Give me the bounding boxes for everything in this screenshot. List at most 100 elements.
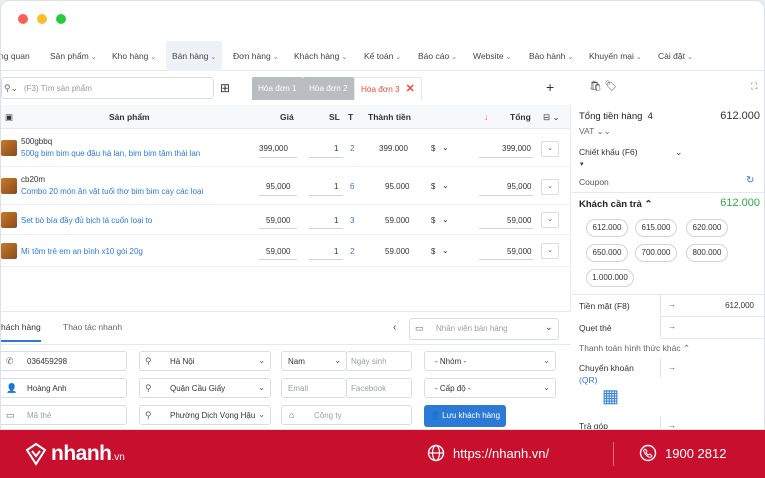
chevron-down-icon[interactable]: ⌄ xyxy=(442,246,449,255)
company-field[interactable]: ⌂ Công ty xyxy=(281,405,412,425)
table-row[interactable]: 500gbbq 500g bim bim que đậu hà lan, bim… xyxy=(1,129,571,167)
tab-customer[interactable]: hách hàng xyxy=(1,322,41,342)
sales-staff-select[interactable]: ▭ Nhân viên bán hàng ⌄ xyxy=(409,318,559,340)
row-menu-button[interactable]: ⌄ xyxy=(541,243,559,259)
phone-field[interactable]: ✆ 036459298 xyxy=(1,351,127,371)
location-pin-icon: ⚲ xyxy=(145,410,152,420)
website-link[interactable]: https://nhanh.vn/ xyxy=(427,444,549,462)
bag-tag-icons[interactable]: 🛍 🏷 xyxy=(589,81,617,92)
chevron-down-icon: ⌄ xyxy=(451,54,458,61)
tab-invoice-3[interactable]: Hóa đơn 3 ✕ xyxy=(354,77,422,100)
building-icon: ⌂ xyxy=(289,410,295,420)
nav-overview[interactable]: ng quan xyxy=(1,41,30,71)
card-code-field[interactable]: ▭ Mã thẻ xyxy=(1,405,127,425)
minimize-window-button[interactable] xyxy=(37,14,47,24)
city-select[interactable]: ⚲ Hà Nội ⌄ xyxy=(139,351,271,371)
cash-suggestion-chip[interactable]: 700.000 xyxy=(635,244,677,262)
card-input[interactable]: → xyxy=(660,317,704,337)
cash-suggestion-chip[interactable]: 800.000 xyxy=(686,244,728,262)
total-label: Tổng tiền hàng 4 xyxy=(579,111,653,122)
barcode-scan-icon[interactable]: ⊞ xyxy=(220,81,230,95)
cash-input[interactable]: → xyxy=(660,295,704,315)
hotline[interactable]: 1900 2812 xyxy=(639,444,726,462)
chevron-down-icon[interactable]: ⌄ xyxy=(442,143,449,152)
tab-invoice-2[interactable]: Hóa đơn 2 xyxy=(303,77,354,100)
add-invoice-button[interactable]: + xyxy=(546,79,554,95)
cash-suggestion-chip[interactable]: 620.000 xyxy=(686,219,728,237)
columns-menu-icon[interactable]: ⊟ ⌄ xyxy=(543,112,560,123)
cash-suggestion-chip[interactable]: 612.000 xyxy=(586,219,628,237)
card-icon: ▭ xyxy=(6,410,15,420)
summary-panel: Tổng tiền hàng 4 612.000 VAT ⌄⌄ Chiết kh… xyxy=(572,105,764,429)
search-icon: ⚲⌄ xyxy=(4,83,19,93)
tab-quick-actions[interactable]: Thao tác nhanh xyxy=(63,322,122,332)
table-row[interactable]: cb20m Combo 20 món ăn vặt tuổi thơ bim b… xyxy=(1,167,571,205)
save-customer-button[interactable]: 👤 Lưu khách hàng xyxy=(424,405,506,427)
location-pin-icon: ⚲ xyxy=(145,356,152,366)
chevron-down-icon: ⌄ xyxy=(505,54,512,61)
transfer-input[interactable]: → xyxy=(660,358,704,378)
staff-card-icon: ▭ xyxy=(415,323,424,333)
table-row[interactable]: Mì tôm trẻ em an bình x10 gói 20g 59,000… xyxy=(1,235,571,267)
gender-select[interactable]: Nam ⌄ xyxy=(281,351,347,371)
installment-input[interactable]: → xyxy=(660,416,704,429)
cash-suggestion-chip[interactable]: 650.000 xyxy=(586,244,628,262)
collapse-icon[interactable]: ‹ xyxy=(393,322,396,333)
fullscreen-icon[interactable]: ⛶ xyxy=(751,81,757,92)
chevron-down-icon[interactable]: ⌄ xyxy=(442,181,449,190)
nav-warranty[interactable]: Bảo hành ⌄ xyxy=(529,41,573,71)
chevron-down-icon: ⌄ xyxy=(635,54,642,61)
caret-down-icon: ▾ xyxy=(580,161,584,168)
chevron-up-icon[interactable]: ⌃ xyxy=(644,199,652,210)
product-thumbnail xyxy=(1,140,17,156)
table-row[interactable]: Set bò bía đầy đủ bịch lá cuốn loại to 5… xyxy=(1,205,571,235)
close-window-button[interactable] xyxy=(18,14,28,24)
dob-field[interactable]: Ngày sinh xyxy=(346,351,412,371)
chevron-down-icon: ⌄ xyxy=(258,410,265,419)
chevron-down-icon: ⌄ xyxy=(334,356,341,365)
row-menu-button[interactable]: ⌄ xyxy=(541,141,559,157)
product-search-input[interactable]: ⚲⌄ (F3) Tìm sản phẩm xyxy=(1,77,214,99)
ward-select[interactable]: ⚲ Phường Dịch Vọng Hậu ⌄ xyxy=(139,405,271,425)
nav-promotions[interactable]: Khuyến mại ⌄ xyxy=(589,41,642,71)
nav-orders[interactable]: Đơn hàng ⌄ xyxy=(233,41,279,71)
group-select[interactable]: - Nhóm - ⌄ xyxy=(424,351,556,371)
row-menu-button[interactable]: ⌄ xyxy=(541,179,559,195)
pay-label: Khách cần trả ⌃ xyxy=(579,199,653,210)
vat-row[interactable]: VAT ⌄⌄ xyxy=(579,126,611,137)
cash-suggestion-chip[interactable]: 1.000.000 xyxy=(586,269,634,287)
level-select[interactable]: - Cấp độ - ⌄ xyxy=(424,378,556,398)
nav-accounting[interactable]: Kế toán ⌄ xyxy=(364,41,401,71)
chevron-down-icon: ⌄ xyxy=(272,54,279,61)
email-field[interactable]: Email xyxy=(281,378,347,398)
other-payment-methods[interactable]: Thanh toán hình thức khác ⌃ xyxy=(579,343,690,354)
table-header: ▣ Sản phẩm Giá SL T Thành tiền ↓ Tổng ⊟ … xyxy=(1,105,570,129)
nav-settings[interactable]: Cài đặt ⌄ xyxy=(658,41,693,71)
double-chevron-down-icon: ⌄⌄ xyxy=(596,126,611,136)
chevron-down-icon: ⌄ xyxy=(150,54,157,61)
chevron-down-icon[interactable]: ⌄ xyxy=(442,215,449,224)
qr-code-icon[interactable]: ▦ xyxy=(602,387,619,405)
facebook-field[interactable]: Facebook xyxy=(346,378,412,398)
tab-invoice-1[interactable]: Hóa đơn 1 xyxy=(252,77,303,100)
nav-products[interactable]: Sản phẩm ⌄ xyxy=(50,41,97,71)
globe-icon xyxy=(427,444,445,462)
chevron-down-icon[interactable]: ⌄ xyxy=(675,147,683,158)
nav-website[interactable]: Website ⌄ xyxy=(473,41,511,71)
row-menu-button[interactable]: ⌄ xyxy=(541,212,559,228)
chevron-down-icon: ⌄ xyxy=(543,383,550,392)
cash-suggestion-chip[interactable]: 615.000 xyxy=(635,219,677,237)
nav-inventory[interactable]: Kho hàng ⌄ xyxy=(112,41,156,71)
district-select[interactable]: ⚲ Quận Cầu Giấy ⌄ xyxy=(139,378,271,398)
nav-reports[interactable]: Báo cáo ⌄ xyxy=(418,41,457,71)
refresh-icon[interactable]: ↻ xyxy=(746,175,754,186)
nav-sales[interactable]: Bán hàng ⌄ xyxy=(166,41,223,71)
maximize-window-button[interactable] xyxy=(56,14,66,24)
sort-icon[interactable]: ↓ xyxy=(484,112,488,122)
product-thumbnail xyxy=(1,212,17,228)
chevron-down-icon: ⌄ xyxy=(90,54,97,61)
nav-customers[interactable]: Khách hàng ⌄ xyxy=(294,41,347,71)
chevron-down-icon: ⌄ xyxy=(567,54,574,61)
close-icon[interactable]: ✕ xyxy=(406,83,415,95)
customer-name-field[interactable]: 👤 Hoàng Anh xyxy=(1,378,127,398)
